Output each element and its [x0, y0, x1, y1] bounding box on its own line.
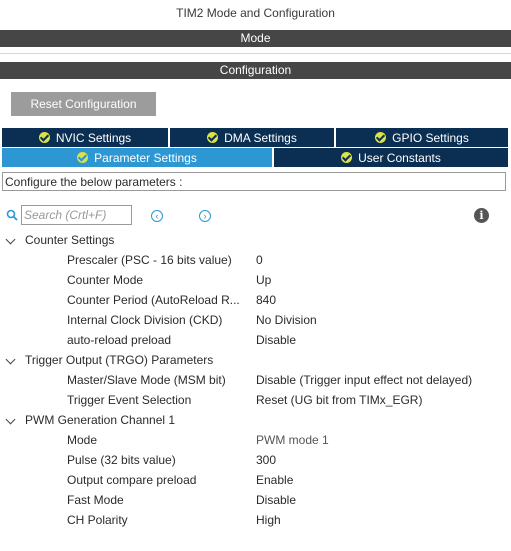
param-value[interactable]: Disable — [256, 490, 296, 510]
param-name: CH Polarity — [67, 513, 128, 527]
param-row[interactable]: Mode PWM mode 1 — [0, 430, 511, 450]
info-icon[interactable]: i — [474, 208, 489, 223]
section-label: Counter Settings — [25, 233, 115, 247]
search-icon — [6, 209, 18, 224]
check-circle-icon — [207, 132, 219, 143]
description-box: Configure the below parameters : — [2, 172, 506, 191]
divider — [0, 53, 511, 54]
configuration-bar[interactable]: Configuration — [0, 62, 511, 79]
param-value[interactable]: 300 — [256, 450, 276, 470]
tab-nvic-settings[interactable]: NVIC Settings — [2, 128, 168, 147]
check-circle-icon — [77, 152, 89, 163]
mode-bar[interactable]: Mode — [0, 30, 511, 47]
param-value[interactable]: High — [256, 510, 281, 530]
param-value[interactable]: Disable (Trigger input effect not delaye… — [256, 370, 472, 390]
param-name: Counter Period (AutoReload R... — [67, 293, 240, 307]
param-row[interactable]: Output compare preload Enable — [0, 470, 511, 490]
param-name: Prescaler (PSC - 16 bits value) — [67, 253, 232, 267]
chevron-down-icon[interactable] — [5, 414, 16, 425]
param-row[interactable]: Internal Clock Division (CKD) No Divisio… — [0, 310, 511, 330]
chevron-down-icon[interactable] — [5, 234, 16, 245]
param-name: Internal Clock Division (CKD) — [67, 313, 223, 327]
param-name: Pulse (32 bits value) — [67, 453, 176, 467]
check-circle-icon — [341, 152, 353, 163]
chevron-right-circle-icon[interactable]: › — [199, 210, 211, 222]
tab-user-constants[interactable]: User Constants — [274, 148, 508, 167]
tab-label: GPIO Settings — [392, 130, 469, 145]
tab-label: DMA Settings — [224, 130, 297, 145]
param-row[interactable]: Counter Period (AutoReload R... 840 — [0, 290, 511, 310]
tab-parameter-settings[interactable]: Parameter Settings — [2, 148, 272, 167]
param-value[interactable]: Reset (UG bit from TIMx_EGR) — [256, 390, 422, 410]
window-title: TIM2 Mode and Configuration — [176, 6, 335, 20]
section-counter-settings[interactable]: Counter Settings — [0, 230, 511, 250]
param-row[interactable]: Prescaler (PSC - 16 bits value) 0 — [0, 250, 511, 270]
tab-label: NVIC Settings — [55, 130, 132, 145]
tab-label: User Constants — [358, 150, 441, 165]
param-value[interactable]: Up — [256, 270, 271, 290]
chevron-left-circle-icon[interactable]: ‹ — [151, 210, 163, 222]
search-field[interactable] — [21, 205, 132, 225]
param-value[interactable]: 0 — [256, 250, 263, 270]
param-name: auto-reload preload — [67, 333, 172, 347]
section-pwm-generation-channel-1[interactable]: PWM Generation Channel 1 — [0, 410, 511, 430]
param-name: Master/Slave Mode (MSM bit) — [67, 373, 226, 387]
section-label: Trigger Output (TRGO) Parameters — [25, 353, 214, 367]
param-row[interactable]: Counter Mode Up — [0, 270, 511, 290]
param-row[interactable]: Fast Mode Disable — [0, 490, 511, 510]
tab-gpio-settings[interactable]: GPIO Settings — [336, 128, 508, 147]
param-name: Counter Mode — [67, 273, 144, 287]
param-value[interactable]: No Division — [256, 310, 317, 330]
tab-label: Parameter Settings — [94, 150, 197, 165]
check-circle-icon — [38, 132, 50, 143]
check-circle-icon — [375, 132, 387, 143]
search-input[interactable] — [22, 206, 131, 224]
tab-dma-settings[interactable]: DMA Settings — [170, 128, 334, 147]
param-name: Output compare preload — [67, 473, 197, 487]
param-value[interactable]: Disable — [256, 330, 296, 350]
param-row[interactable]: CH Polarity High — [0, 510, 511, 530]
section-label: PWM Generation Channel 1 — [25, 413, 176, 427]
param-row[interactable]: Trigger Event Selection Reset (UG bit fr… — [0, 390, 511, 410]
chevron-down-icon[interactable] — [5, 354, 16, 365]
param-value[interactable]: PWM mode 1 — [256, 430, 329, 450]
section-trigger-output[interactable]: Trigger Output (TRGO) Parameters — [0, 350, 511, 370]
param-row[interactable]: auto-reload preload Disable — [0, 330, 511, 350]
param-name: Trigger Event Selection — [67, 393, 192, 407]
reset-configuration-button[interactable]: Reset Configuration — [11, 92, 156, 116]
param-row[interactable]: Master/Slave Mode (MSM bit) Disable (Tri… — [0, 370, 511, 390]
param-name: Mode — [67, 433, 98, 447]
param-name: Fast Mode — [67, 493, 124, 507]
param-value[interactable]: 840 — [256, 290, 276, 310]
param-row[interactable]: Pulse (32 bits value) 300 — [0, 450, 511, 470]
param-value[interactable]: Enable — [256, 470, 293, 490]
